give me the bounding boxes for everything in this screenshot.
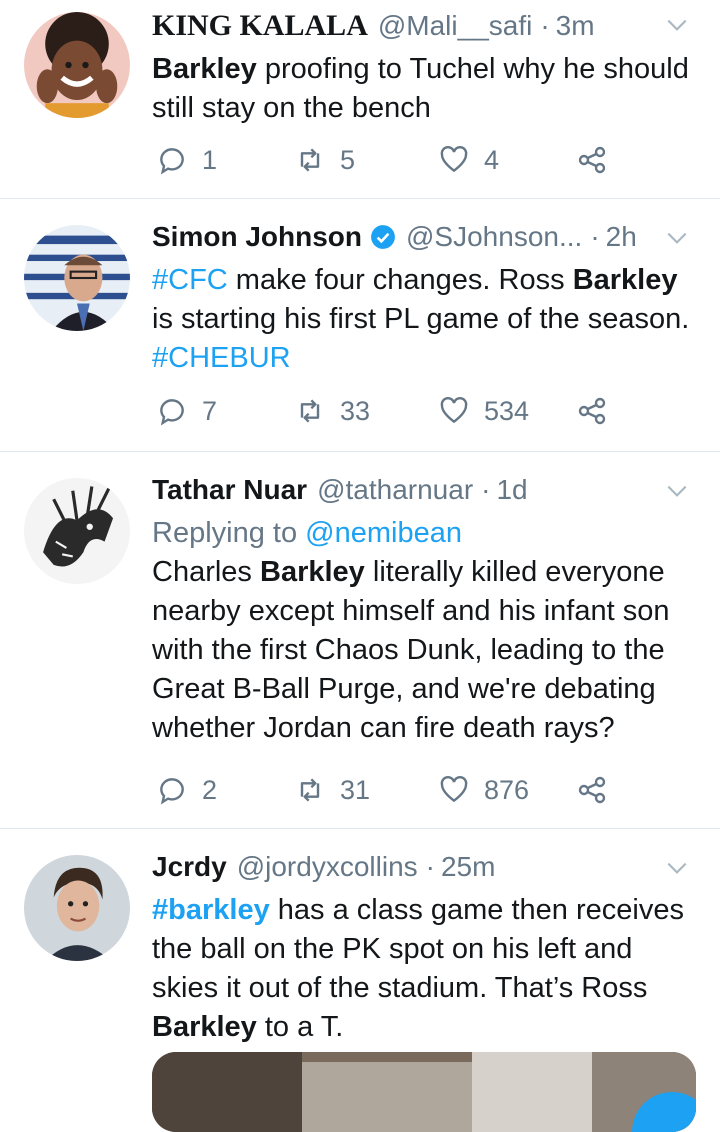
share-button[interactable] xyxy=(576,391,622,431)
tweet-text-segment: to a T. xyxy=(256,1011,344,1043)
tweet-body: Jcrdy @jordyxcollins · 25m #barkley has … xyxy=(152,829,700,1047)
user-handle[interactable]: @Mali__safi xyxy=(378,10,532,42)
retweet-icon xyxy=(300,399,320,423)
chevron-down-icon[interactable] xyxy=(664,855,690,881)
share-icon xyxy=(578,146,606,174)
retweet-count: 33 xyxy=(340,395,371,426)
user-handle[interactable]: @jordyxcollins xyxy=(237,851,418,883)
avatar[interactable] xyxy=(24,225,130,331)
reply-button[interactable]: 7 xyxy=(156,391,217,431)
user-handle[interactable]: @tatharnuar xyxy=(317,474,473,506)
chevron-down-icon[interactable] xyxy=(664,12,690,38)
tweet-text-segment: make four changes. Ross xyxy=(227,264,573,296)
display-name[interactable]: Simon Johnson xyxy=(152,221,362,253)
separator: · xyxy=(481,474,491,505)
heart-icon xyxy=(440,397,468,424)
retweet-button[interactable]: 33 xyxy=(294,391,370,431)
timestamp[interactable]: 25m xyxy=(441,851,495,883)
share-button[interactable] xyxy=(576,140,622,180)
user-handle[interactable]: @SJohnson... xyxy=(406,221,582,253)
retweet-button[interactable]: 31 xyxy=(294,770,370,810)
like-button[interactable]: 876 xyxy=(438,770,529,810)
timestamp[interactable]: 1d xyxy=(496,474,527,506)
hashtag-link[interactable]: #barkley xyxy=(152,894,270,926)
reply-icon xyxy=(160,399,184,426)
replying-to-mention[interactable]: @nemibean xyxy=(305,517,462,549)
display-name[interactable]: KING KALALA xyxy=(152,9,368,43)
timestamp[interactable]: 3m xyxy=(556,10,595,42)
like-count: 534 xyxy=(484,395,530,426)
chevron-down-icon[interactable] xyxy=(664,225,690,251)
tweet-text-segment: is starting his first PL game of the sea… xyxy=(152,303,690,335)
share-icon xyxy=(578,776,606,804)
tweet-text-segment: Barkley xyxy=(152,53,257,85)
tweet-body: Tathar Nuar @tatharnuar · 1d Replying to… xyxy=(152,452,700,748)
like-count: 876 xyxy=(484,774,530,805)
tweet-body: Simon Johnson @SJohnson... · 2h #CFC mak… xyxy=(152,199,700,378)
share-icon xyxy=(578,397,606,425)
avatar[interactable] xyxy=(24,478,130,584)
like-button[interactable]: 4 xyxy=(438,140,499,180)
retweet-count: 31 xyxy=(340,774,371,805)
reply-button[interactable]: 2 xyxy=(156,770,217,810)
display-name[interactable]: Tathar Nuar xyxy=(152,474,307,506)
tweet-text: #barkley has a class game then receives … xyxy=(152,891,700,1047)
heart-icon xyxy=(440,776,468,803)
tweet-actions: 2 31 876 xyxy=(152,770,632,810)
verified-badge-icon xyxy=(370,224,396,250)
tweet-header: Jcrdy @jordyxcollins · 25m xyxy=(152,843,700,891)
chevron-down-icon[interactable] xyxy=(664,478,690,504)
avatar[interactable] xyxy=(24,12,130,118)
tweet[interactable]: KING KALALA @Mali__safi · 3m Barkley pro… xyxy=(0,0,720,199)
replying-prefix: Replying to xyxy=(152,517,306,549)
tweet[interactable]: Tathar Nuar @tatharnuar · 1d Replying to… xyxy=(0,452,720,829)
separator: · xyxy=(425,851,435,882)
share-button[interactable] xyxy=(576,770,622,810)
reply-count: 1 xyxy=(202,144,218,175)
retweet-icon xyxy=(300,778,320,802)
tweet-text: Barkley proofing to Tuchel why he should… xyxy=(152,50,700,128)
like-count: 4 xyxy=(484,144,500,175)
tweet[interactable]: Simon Johnson @SJohnson... · 2h #CFC mak… xyxy=(0,199,720,452)
tweet-media-image[interactable] xyxy=(152,1052,696,1132)
display-name[interactable]: Jcrdy xyxy=(152,851,227,883)
timestamp[interactable]: 2h xyxy=(606,221,637,253)
avatar[interactable] xyxy=(24,855,130,961)
reply-count: 2 xyxy=(202,774,218,805)
tweet-actions: 1 5 4 xyxy=(152,140,632,180)
separator: · xyxy=(590,221,600,252)
like-button[interactable]: 534 xyxy=(438,391,529,431)
tweet-text: #CFC make four changes. Ross Barkley is … xyxy=(152,261,700,378)
hashtag-link[interactable]: #CHEBUR xyxy=(152,342,291,374)
reply-button[interactable]: 1 xyxy=(156,140,217,180)
tweet-actions: 7 33 534 xyxy=(152,391,632,431)
separator: · xyxy=(540,10,550,41)
replying-to: Replying to @nemibean xyxy=(152,514,700,553)
retweet-icon xyxy=(300,148,320,172)
tweet-text-segment: Charles xyxy=(152,556,260,588)
tweet-text-segment: Barkley xyxy=(260,556,365,588)
tweet-header: KING KALALA @Mali__safi · 3m xyxy=(152,2,700,50)
tweet-text-segment: Barkley xyxy=(572,264,678,296)
hashtag-link[interactable]: #CFC xyxy=(152,264,228,296)
tweet-header: Simon Johnson @SJohnson... · 2h xyxy=(152,213,700,261)
heart-icon xyxy=(440,146,468,173)
retweet-button[interactable]: 5 xyxy=(294,140,355,180)
tweet-body: KING KALALA @Mali__safi · 3m Barkley pro… xyxy=(152,0,700,128)
tweet-text: Charles Barkley literally killed everyon… xyxy=(152,553,700,748)
reply-icon xyxy=(160,778,184,805)
retweet-count: 5 xyxy=(340,144,356,175)
reply-count: 7 xyxy=(202,395,218,426)
tweet-text-segment: Barkley xyxy=(152,1011,257,1043)
tweet-feed: KING KALALA @Mali__safi · 3m Barkley pro… xyxy=(0,0,720,1132)
tweet-header: Tathar Nuar @tatharnuar · 1d xyxy=(152,466,700,514)
reply-icon xyxy=(160,148,184,175)
